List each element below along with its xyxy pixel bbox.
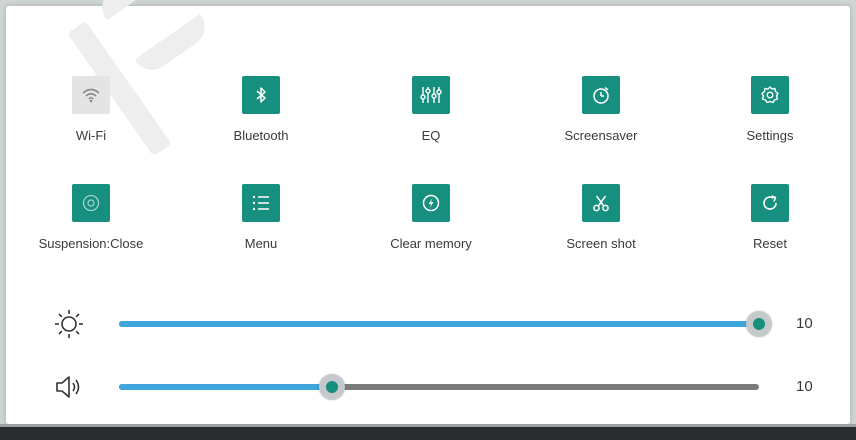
- wifi-label: Wi-Fi: [75, 128, 107, 143]
- suspension-label: Suspension:Close: [38, 236, 144, 251]
- volume-fill: [119, 384, 333, 390]
- bluetooth-label: Bluetooth: [233, 128, 289, 143]
- volume-row: 10: [46, 369, 826, 405]
- brightness-value: 10: [796, 315, 813, 332]
- settings-label: Settings: [746, 128, 794, 143]
- timer-icon: [582, 76, 620, 114]
- quick-settings-panel: Wi-Fi Bluetooth EQ Screensaver Settings …: [6, 0, 850, 424]
- brightness-slider[interactable]: [119, 311, 772, 337]
- eq-toggle[interactable]: EQ: [361, 76, 501, 166]
- suspension-toggle[interactable]: Suspension:Close: [21, 184, 161, 274]
- list-icon: [242, 184, 280, 222]
- clear-memory-button[interactable]: Clear memory: [361, 184, 501, 274]
- screensaver-label: Screensaver: [564, 128, 638, 143]
- gear-icon: [751, 76, 789, 114]
- brightness-row: 10: [46, 306, 826, 342]
- eq-label: EQ: [421, 128, 441, 143]
- reset-label: Reset: [753, 236, 787, 251]
- suspension-icon: [72, 184, 110, 222]
- sun-icon: [52, 308, 86, 340]
- volume-slider[interactable]: [119, 374, 759, 400]
- rocket-clean-icon: [412, 184, 450, 222]
- screensaver-toggle[interactable]: Screensaver: [531, 76, 671, 166]
- volume-thumb[interactable]: [319, 374, 346, 400]
- equalizer-icon: [412, 76, 450, 114]
- screenshot-label: Screen shot: [566, 236, 636, 251]
- screenshot-button[interactable]: Screen shot: [531, 184, 671, 274]
- menu-button[interactable]: Menu: [191, 184, 331, 274]
- bluetooth-toggle[interactable]: Bluetooth: [191, 76, 331, 166]
- clear-memory-label: Clear memory: [390, 236, 472, 251]
- brightness-thumb[interactable]: [746, 311, 772, 337]
- bluetooth-icon: [242, 76, 280, 114]
- speaker-icon: [52, 371, 86, 403]
- wifi-toggle[interactable]: Wi-Fi: [21, 76, 161, 166]
- brightness-fill: [119, 321, 759, 327]
- navigation-bar: [0, 424, 856, 440]
- volume-value: 10: [796, 378, 813, 395]
- menu-label: Menu: [244, 236, 278, 251]
- settings-button[interactable]: Settings: [700, 76, 840, 166]
- screen-frame: Wi-Fi Bluetooth EQ Screensaver Settings …: [0, 0, 856, 440]
- reset-button[interactable]: Reset: [700, 184, 840, 274]
- wifi-icon: [72, 76, 110, 114]
- scissors-icon: [582, 184, 620, 222]
- refresh-icon: [751, 184, 789, 222]
